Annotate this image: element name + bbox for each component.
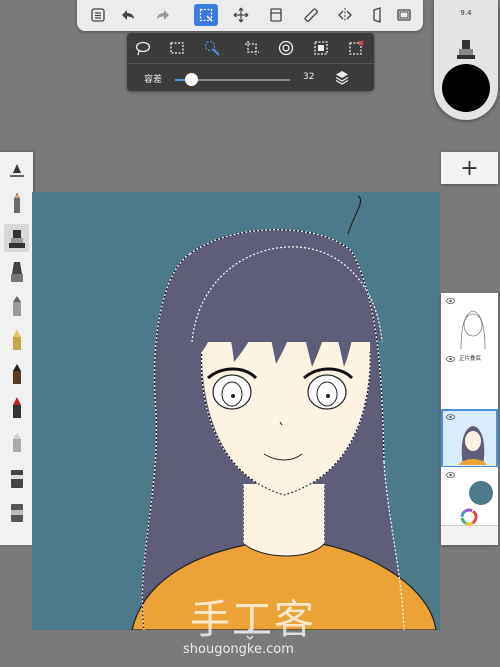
fullscreen-icon[interactable] [392, 4, 416, 26]
watermark-url: shougongke.com [183, 642, 294, 657]
crop-icon[interactable] [240, 37, 264, 59]
tolerance-slider-knob[interactable] [185, 73, 199, 86]
felt-tip-brush-icon[interactable] [4, 394, 29, 422]
chisel-brush-icon[interactable] [4, 292, 29, 320]
add-layer-button[interactable]: + [441, 152, 498, 184]
top-toolbar [77, 0, 423, 31]
tolerance-row: 容差 32 [127, 63, 374, 92]
target-icon[interactable] [274, 37, 298, 59]
layer-thumbnail [469, 481, 493, 505]
undo-icon[interactable] [116, 4, 140, 26]
current-color-swatch[interactable] [442, 64, 490, 112]
drawing-canvas[interactable] [32, 192, 440, 630]
color-wheel-icon[interactable] [460, 508, 478, 526]
layer-thumbnail [460, 310, 486, 349]
layers-panel: 正片叠底 [441, 293, 498, 545]
magic-wand-icon[interactable] [200, 37, 224, 59]
layer-stack-icon[interactable] [264, 4, 288, 26]
sample-all-layers-icon[interactable] [333, 68, 351, 86]
tolerance-slider[interactable] [175, 73, 290, 86]
canvas-handle-icon[interactable] [243, 628, 257, 640]
tolerance-label: 容差 [144, 75, 163, 85]
redo-icon[interactable] [151, 4, 175, 26]
layer-item-selected[interactable] [441, 409, 498, 468]
clear-select-icon[interactable] [344, 37, 368, 59]
eye-icon[interactable] [446, 414, 455, 420]
eye-icon[interactable] [446, 298, 455, 304]
symmetry-icon[interactable] [333, 4, 357, 26]
ink-pen-brush-icon[interactable] [4, 360, 29, 388]
ruler-brush-icon[interactable] [4, 156, 29, 184]
brush-size-readout: 9.4 [460, 9, 472, 17]
transform-icon[interactable] [229, 4, 253, 26]
pencil-brush-icon[interactable] [4, 190, 29, 218]
lasso-select-icon[interactable] [131, 37, 155, 59]
layer-item[interactable]: 正片叠底 [441, 351, 498, 410]
artwork[interactable] [32, 192, 440, 630]
soft-eraser-brush-icon[interactable] [4, 498, 29, 526]
tolerance-value: 32 [303, 72, 315, 82]
invert-select-icon[interactable] [309, 37, 333, 59]
perspective-icon[interactable] [365, 4, 389, 26]
airbrush-brush-icon[interactable] [4, 224, 29, 252]
brush-palette [0, 152, 38, 545]
pen-brush-icon[interactable] [4, 326, 29, 354]
rect-select-icon[interactable] [165, 37, 189, 59]
current-brush-icon [457, 40, 475, 59]
menu-icon[interactable] [86, 4, 110, 26]
ruler-icon[interactable] [299, 4, 323, 26]
selection-toolbar: 容差 32 [127, 33, 374, 91]
layer-item[interactable] [441, 293, 498, 352]
eraser-brush-icon[interactable] [4, 464, 29, 492]
eye-icon[interactable] [446, 356, 455, 362]
layer-blend-mode: 正片叠底 [459, 356, 482, 362]
eye-icon[interactable] [446, 472, 455, 478]
selection-icon[interactable] [194, 4, 218, 26]
smudge-brush-icon[interactable] [4, 428, 29, 456]
layer-thumbnail [459, 426, 487, 465]
color-puck[interactable]: 9.4 [434, 0, 498, 120]
marker-brush-icon[interactable] [4, 258, 29, 286]
